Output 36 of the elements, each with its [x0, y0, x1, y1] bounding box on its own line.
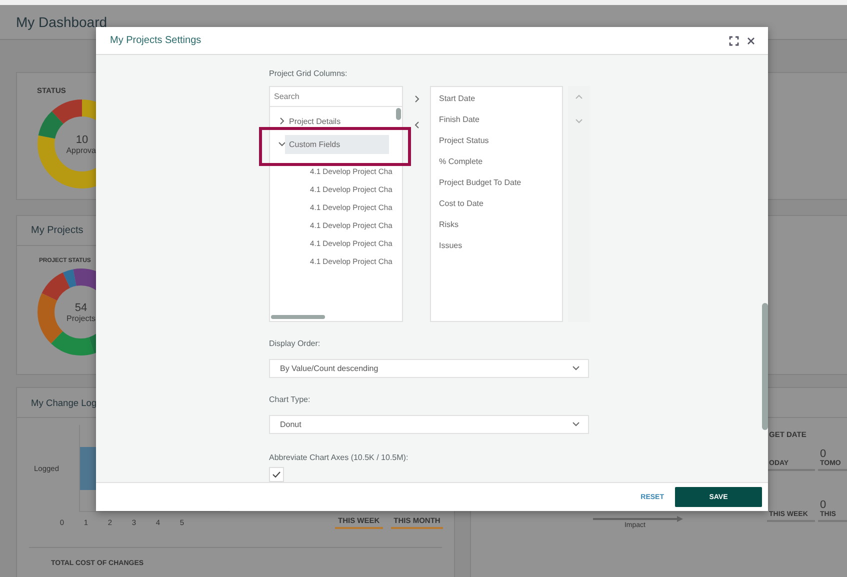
card-title: My Projects [31, 225, 84, 236]
check-icon [272, 471, 281, 478]
scrollbar[interactable] [396, 108, 401, 120]
scrollbar[interactable] [271, 315, 325, 319]
dashboard-title: My Dashboard [16, 14, 108, 30]
list-item[interactable]: Issues [431, 235, 562, 256]
chart-type-dropdown[interactable]: Donut [269, 415, 589, 434]
total-label: Projects [66, 314, 96, 322]
remove-column-button[interactable] [412, 121, 420, 129]
list-item[interactable]: % Complete [431, 151, 562, 172]
scrollbar[interactable] [762, 303, 768, 430]
dropdown-value: By Value/Count descending [280, 364, 378, 373]
field-label: Chart Type: [269, 395, 312, 405]
dropdown-value: Donut [280, 420, 302, 429]
total-count: 10 [76, 134, 88, 146]
list-item[interactable]: Project Budget To Date [431, 172, 562, 193]
tree-item[interactable]: Project Details [285, 112, 389, 130]
expand-icon[interactable] [729, 36, 739, 46]
tile-count: 0 [820, 448, 828, 460]
list-item[interactable]: Risks [431, 214, 562, 235]
checkbox[interactable] [269, 467, 284, 482]
display-order-dropdown[interactable]: By Value/Count descending [269, 359, 589, 378]
field-label: Abbreviate Chart Axes (10.5K / 10.5M): [269, 453, 410, 463]
card-title: My Change Log [31, 398, 97, 408]
field-label: Display Order: [269, 339, 322, 349]
list-item[interactable]: Finish Date [431, 109, 562, 130]
total-count: 54 [74, 302, 88, 314]
tree-item[interactable]: Custom Fields [285, 135, 389, 154]
field-label: Project Grid Columns: [269, 69, 348, 79]
add-column-button[interactable] [412, 95, 420, 103]
close-icon[interactable] [747, 36, 755, 44]
list-item[interactable]: Cost to Date [431, 193, 562, 214]
dialog-title: My Projects Settings [110, 35, 202, 46]
tile-count: 0 [820, 499, 828, 511]
list-item[interactable]: Project Status [431, 130, 562, 151]
list-item[interactable]: Start Date [431, 88, 562, 109]
